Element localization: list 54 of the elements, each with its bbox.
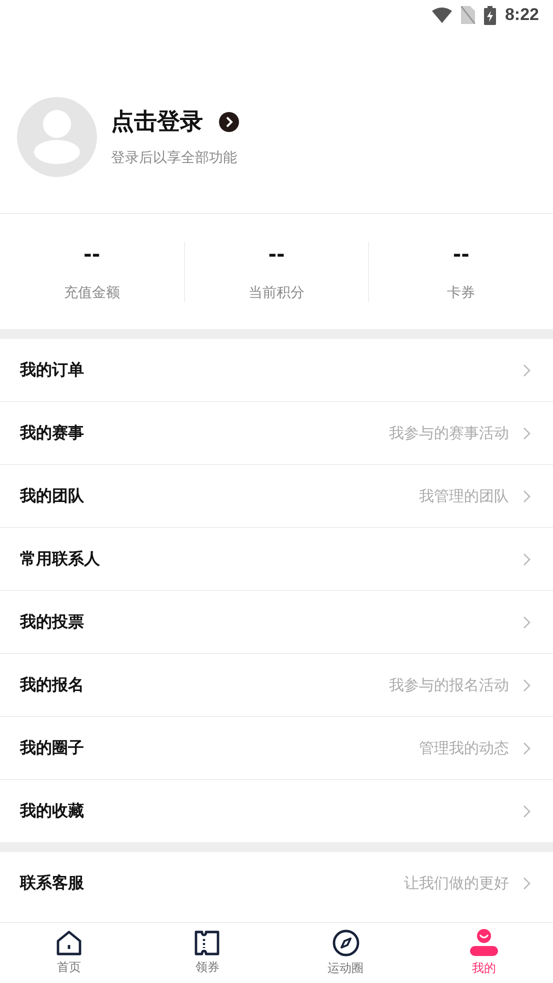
chevron-right-icon xyxy=(523,616,531,628)
battery-icon xyxy=(484,6,496,24)
menu-row[interactable]: 我的投票 xyxy=(0,591,553,654)
ticket-icon xyxy=(193,930,222,956)
menu-hint: 管理我的动态 xyxy=(419,738,509,758)
menu-label: 常用联系人 xyxy=(20,548,101,570)
tab-item[interactable]: 运动圈 xyxy=(276,923,415,983)
avatar-icon xyxy=(17,96,97,176)
no-sim-icon xyxy=(460,6,475,24)
chevron-right-icon xyxy=(523,742,531,754)
status-time: 8:22 xyxy=(504,5,539,25)
menu-row[interactable]: 联系客服 让我们做的更好 xyxy=(0,852,553,914)
chevron-right-icon xyxy=(523,552,531,566)
menu-label: 我的收藏 xyxy=(20,800,85,822)
stat-value: -- xyxy=(84,242,100,266)
menu-hint: 让我们做的更好 xyxy=(404,874,509,892)
stat-label: 卡券 xyxy=(447,284,476,302)
chevron-right-icon xyxy=(523,804,531,818)
login-link[interactable]: 点击登录 xyxy=(111,106,203,137)
stat-value: -- xyxy=(452,242,470,266)
menu-hint: 我参与的赛事活动 xyxy=(389,424,509,442)
stat-label: 充值金额 xyxy=(64,284,120,302)
stat-label: 当前积分 xyxy=(248,284,304,302)
menu-row[interactable]: 我的报名 我参与的报名活动 xyxy=(0,654,553,717)
menu-label: 我的团队 xyxy=(20,486,85,506)
menu-row[interactable]: 我的赛事 我参与的赛事活动 xyxy=(0,402,553,465)
menu-row[interactable]: 我的订单 xyxy=(0,339,553,402)
person-icon xyxy=(470,929,498,957)
menu-label: 我的订单 xyxy=(20,360,85,380)
chevron-right-icon xyxy=(523,490,531,502)
chevron-right-icon xyxy=(523,364,531,376)
menu-hint: 我参与的报名活动 xyxy=(389,676,509,694)
menu-row[interactable]: 我的收藏 xyxy=(0,780,553,842)
menu-label: 我的报名 xyxy=(20,674,85,696)
menu-row[interactable]: 常用联系人 xyxy=(0,528,553,591)
login-subtitle: 登录后以享全部功能 xyxy=(111,149,238,167)
stat-value: -- xyxy=(268,242,285,266)
home-icon xyxy=(56,930,82,956)
menu-label: 我的赛事 xyxy=(20,422,85,444)
chevron-right-icon[interactable] xyxy=(219,112,239,132)
menu-hint: 我管理的团队 xyxy=(419,486,509,506)
tab-item[interactable]: 首页 xyxy=(0,923,138,983)
tab-item[interactable]: 领券 xyxy=(138,923,276,983)
chevron-right-icon xyxy=(523,426,531,440)
menu-label: 我的投票 xyxy=(20,612,85,632)
menu-row[interactable]: 我的圈子 管理我的动态 xyxy=(0,717,553,780)
compass-icon xyxy=(332,929,360,957)
tab-item[interactable]: 我的 xyxy=(414,923,553,983)
chevron-right-icon xyxy=(523,876,531,890)
menu-label: 我的圈子 xyxy=(20,738,85,758)
wifi-icon xyxy=(432,7,452,23)
chevron-right-icon xyxy=(523,678,531,692)
menu-row[interactable]: 我的团队 我管理的团队 xyxy=(0,465,553,528)
menu-label: 联系客服 xyxy=(20,872,85,894)
